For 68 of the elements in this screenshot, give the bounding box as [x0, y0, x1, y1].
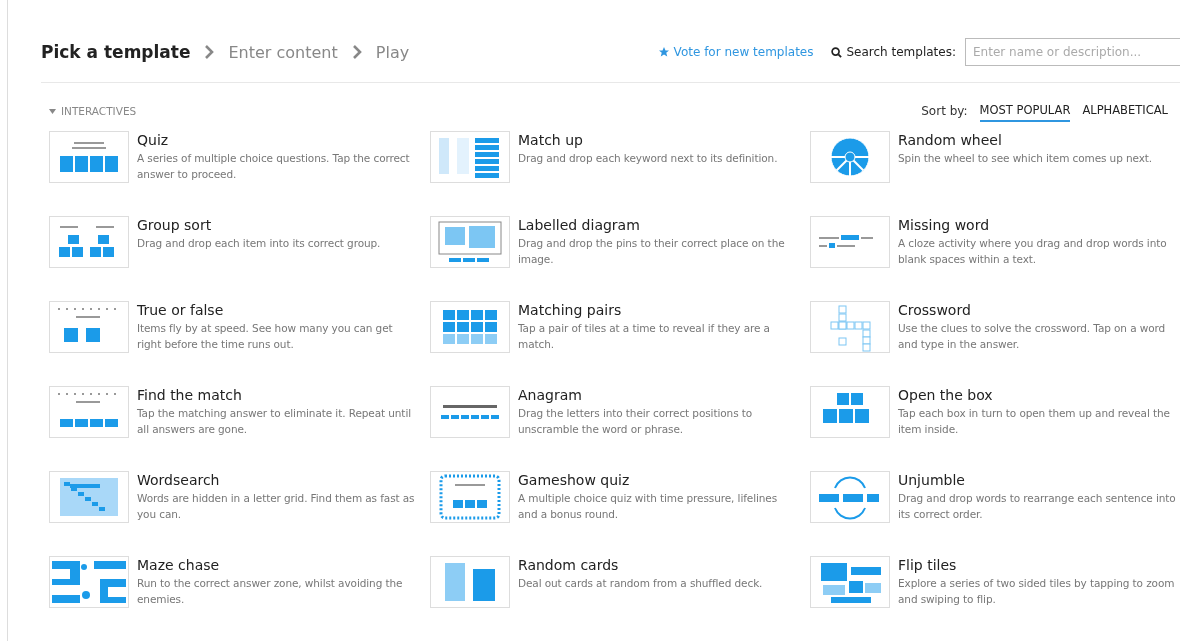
sort-tab[interactable]: ALPHABETICAL — [1082, 100, 1168, 122]
template-description: Spin the wheel to see which item comes up next. — [898, 151, 1154, 166]
template-name[interactable]: Open the box — [898, 387, 1180, 403]
template-thumbnail-drawing[interactable] — [430, 301, 510, 353]
template-thumbnail-drawing[interactable] — [810, 471, 890, 523]
search-field[interactable]: Enter name or description... — [965, 38, 1180, 66]
template-thumbnail-drawing[interactable] — [430, 471, 510, 523]
template-description: Explore a series of two sided tiles by tapping to zoom and swiping to flip. — [898, 576, 1176, 607]
template-description: Drag and drop words to rearrange each sentence into its correct order. — [898, 491, 1177, 522]
template-thumbnail-drawing[interactable] — [49, 386, 129, 438]
template-thumbnail-drawing[interactable] — [430, 216, 510, 268]
template-thumbnail-drawing[interactable] — [49, 471, 129, 523]
template-thumbnail-drawing[interactable] — [810, 386, 890, 438]
template-description: Tap the matching answer to eliminate it. Repeat until all answers are gone. — [137, 406, 413, 437]
template-name[interactable]: Find the match — [137, 387, 430, 403]
template-name[interactable]: Matching pairs — [518, 302, 810, 318]
template-name[interactable]: Labelled diagram — [518, 217, 810, 233]
star-icon — [657, 46, 670, 58]
template-description: Tap a pair of tiles at a time to reveal if they are a match. — [518, 321, 771, 352]
template-description: Use the clues to solve the crossword. Tap on a word and type in the answer. — [898, 321, 1167, 352]
template-description: Words are hidden in a letter grid. Find them as fast as you can. — [137, 491, 416, 522]
chevron-right-icon — [204, 45, 215, 59]
template-description: A series of multiple choice questions. Tap the correct answer to proceed. — [137, 151, 411, 182]
template-thumbnail-drawing[interactable] — [810, 216, 890, 268]
template-name[interactable]: Crossword — [898, 302, 1180, 318]
template-name[interactable]: Flip tiles — [898, 557, 1180, 573]
section-toggle[interactable]: INTERACTIVES — [41, 105, 137, 117]
template-name[interactable]: Random wheel — [898, 132, 1167, 148]
template-description: A multiple choice quiz with time pressure, lifelines and a bonus round. — [518, 491, 779, 522]
template-name[interactable]: Maze chase — [137, 557, 430, 573]
sort-label: Sort by: — [921, 104, 968, 118]
template-name[interactable]: Missing word — [898, 217, 1180, 233]
template-description: A cloze activity where you drag and drop words into blank spaces within a text. — [898, 236, 1168, 267]
template-thumbnail-drawing[interactable] — [810, 301, 890, 353]
template-description: Tap each box in turn to open them up and reveal the item inside. — [898, 406, 1171, 437]
template-description: Drag the letters into their correct positions to unscramble the word or phrase. — [518, 406, 754, 437]
template-thumbnail-drawing[interactable] — [49, 216, 129, 268]
search-label: Search templates: — [846, 45, 956, 59]
template-name[interactable]: True or false — [137, 302, 430, 318]
template-name[interactable]: Wordsearch — [137, 472, 430, 488]
template-description: Drag and drop each item into its correct group. — [137, 236, 382, 251]
template-description: Run to the correct answer zone, whilst avoiding the enemies. — [137, 576, 404, 607]
breadcrumb-step: Pick a template — [41, 42, 191, 62]
template-thumbnail-drawing[interactable] — [49, 556, 129, 608]
template-thumbnail-drawing[interactable] — [810, 556, 890, 608]
template-name[interactable]: Anagram — [518, 387, 810, 403]
caret-icon — [49, 108, 56, 114]
breadcrumb-step: Play — [375, 42, 410, 62]
template-name[interactable]: Quiz — [137, 132, 430, 148]
breadcrumb-step: Enter content — [228, 42, 338, 62]
template-thumbnail-drawing[interactable] — [430, 131, 510, 183]
template-name[interactable]: Group sort — [137, 217, 395, 233]
template-thumbnail-drawing[interactable] — [810, 131, 890, 183]
template-thumbnail-drawing[interactable] — [430, 386, 510, 438]
template-description: Drag and drop each keyword next to its definition. — [518, 151, 779, 166]
search-icon — [831, 46, 843, 58]
chevron-right-icon — [351, 45, 362, 59]
template-name[interactable]: Gameshow quiz — [518, 472, 810, 488]
template-description: Drag and drop the pins to their correct place on the image. — [518, 236, 786, 267]
template-name[interactable]: Random cards — [518, 557, 777, 573]
template-name[interactable]: Unjumble — [898, 472, 1180, 488]
template-thumbnail-drawing[interactable] — [49, 131, 129, 183]
template-thumbnail-drawing[interactable] — [430, 556, 510, 608]
template-description: Deal out cards at random from a shuffled deck. — [518, 576, 764, 591]
template-description: Items fly by at speed. See how many you can get right before the time runs out. — [137, 321, 394, 352]
sort-tab[interactable]: MOST POPULAR — [979, 100, 1071, 122]
template-name[interactable]: Match up — [518, 132, 792, 148]
template-thumbnail-drawing[interactable] — [49, 301, 129, 353]
